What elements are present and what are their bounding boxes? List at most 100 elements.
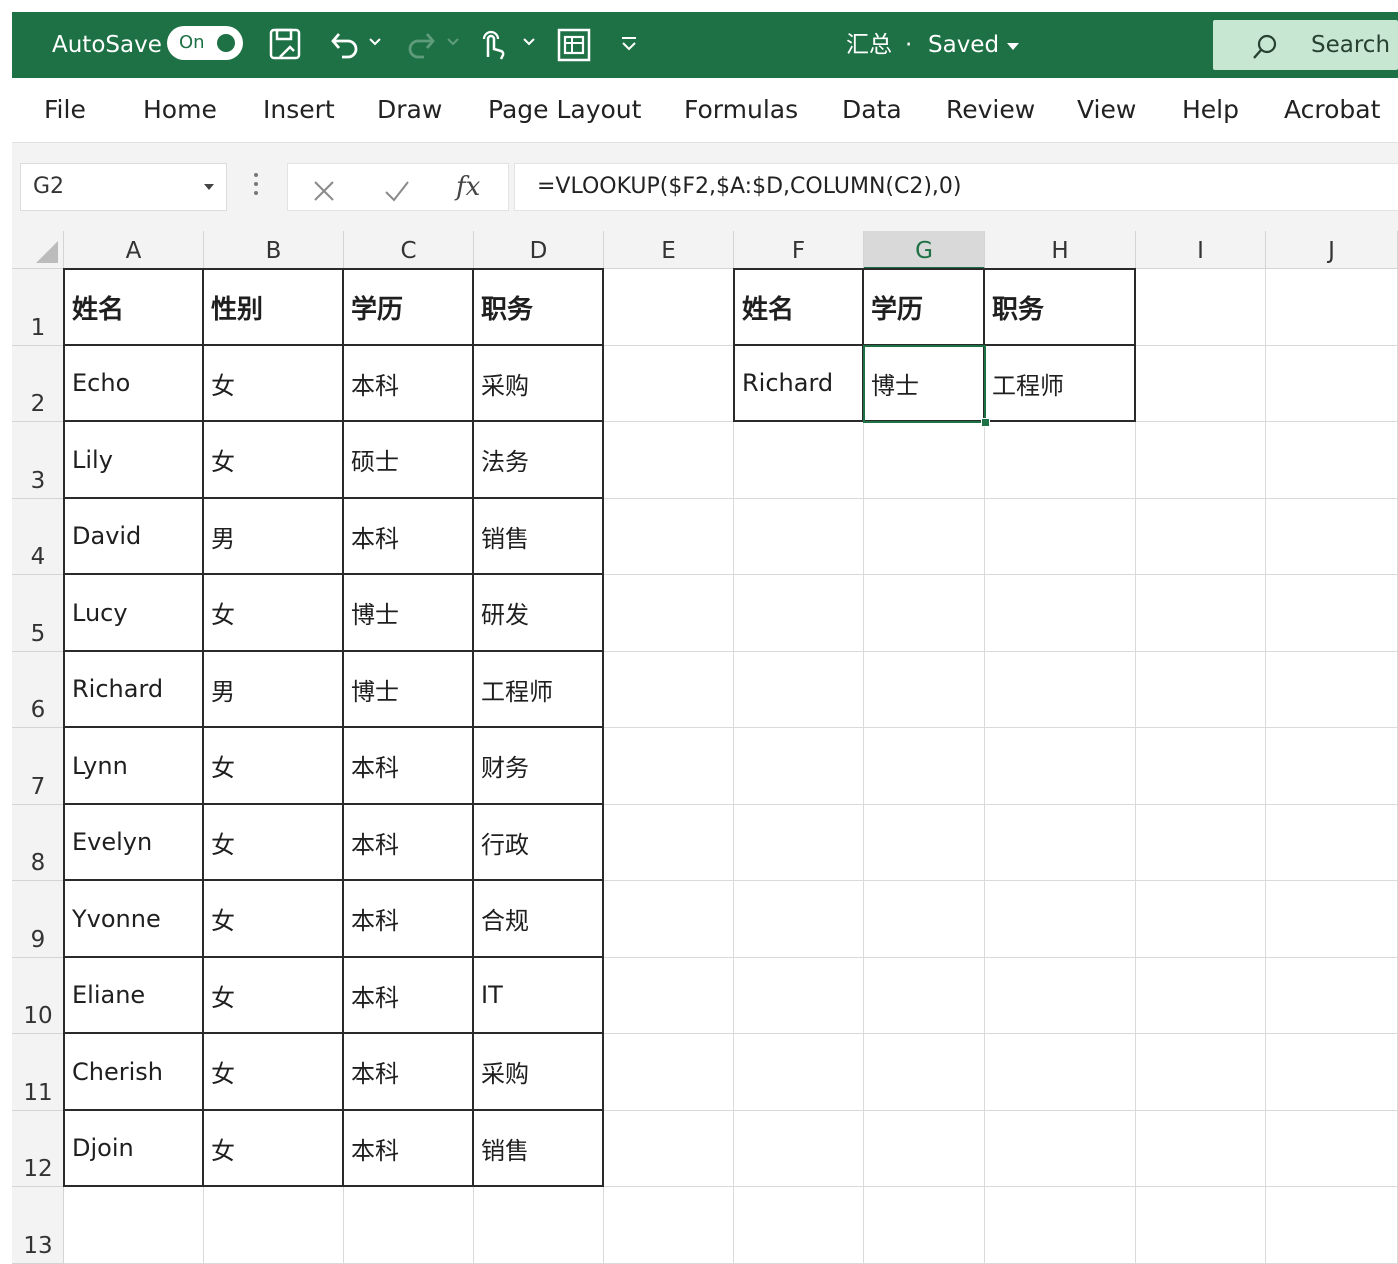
source-table-cell[interactable]: Eliane (63, 958, 204, 1034)
source-table-cell[interactable]: 女 (204, 805, 344, 881)
name-box[interactable]: G2 (20, 163, 227, 211)
source-table-cell[interactable]: 行政 (474, 805, 604, 881)
source-table-cell[interactable]: 男 (204, 499, 344, 575)
source-table-cell[interactable]: 本科 (344, 805, 474, 881)
worksheet-grid[interactable]: A B C D E F G H I J 1 2 3 4 5 6 7 8 9 10 11 12 13 姓名 性别 学历 职务 Echo 女… (12, 231, 1398, 1264)
source-table-cell[interactable]: David (63, 499, 204, 575)
source-table-cell[interactable]: Djoin (63, 1111, 204, 1187)
tab-acrobat[interactable]: Acrobat (1284, 78, 1380, 142)
source-table-cell[interactable]: 法务 (474, 422, 604, 499)
more-options-icon[interactable] (252, 171, 260, 201)
row-header-7[interactable]: 7 (12, 728, 64, 805)
source-table-cell[interactable]: Cherish (63, 1034, 204, 1111)
source-table-cell[interactable]: 女 (204, 958, 344, 1034)
lookup-table-cell[interactable]: 博士 (864, 346, 985, 422)
lookup-table-cell[interactable]: 工程师 (985, 346, 1136, 422)
source-table-header-cell[interactable]: 学历 (344, 268, 474, 346)
source-table-cell[interactable]: 采购 (474, 1034, 604, 1111)
row-header-5[interactable]: 5 (12, 575, 64, 652)
source-table-cell[interactable]: 女 (204, 422, 344, 499)
source-table-cell[interactable]: Echo (63, 346, 204, 422)
column-header-a[interactable]: A (64, 231, 204, 269)
source-table-cell[interactable]: 本科 (344, 1034, 474, 1111)
tab-review[interactable]: Review (946, 78, 1035, 142)
row-header-3[interactable]: 3 (12, 422, 64, 499)
source-table-cell[interactable]: 本科 (344, 346, 474, 422)
cancel-icon[interactable] (312, 175, 336, 221)
source-table-cell[interactable]: 工程师 (474, 652, 604, 728)
source-table-header-cell[interactable]: 性别 (204, 268, 344, 346)
select-all-button[interactable] (12, 231, 64, 269)
lookup-table-header-cell[interactable]: 姓名 (733, 268, 864, 346)
source-table-cell[interactable]: 采购 (474, 346, 604, 422)
chevron-down-icon[interactable] (204, 184, 214, 190)
source-table-cell[interactable]: Lily (63, 422, 204, 499)
source-table-cell[interactable]: 女 (204, 1034, 344, 1111)
source-table-cell[interactable]: 本科 (344, 881, 474, 958)
column-header-e[interactable]: E (604, 231, 734, 269)
enter-icon[interactable] (384, 175, 410, 221)
source-table-cell[interactable]: 女 (204, 346, 344, 422)
tab-insert[interactable]: Insert (263, 78, 335, 142)
touch-dropdown-icon[interactable] (522, 34, 536, 53)
row-header-2[interactable]: 2 (12, 346, 64, 422)
row-header-12[interactable]: 12 (12, 1111, 64, 1187)
document-title[interactable]: 汇总 (846, 12, 892, 78)
tab-page-layout[interactable]: Page Layout (488, 78, 641, 142)
undo-icon[interactable] (326, 27, 362, 67)
column-header-i[interactable]: I (1136, 231, 1266, 269)
source-table-cell[interactable]: 本科 (344, 499, 474, 575)
column-header-h[interactable]: H (985, 231, 1136, 269)
column-header-j[interactable]: J (1266, 231, 1398, 269)
source-table-cell[interactable]: 女 (204, 881, 344, 958)
tab-data[interactable]: Data (842, 78, 902, 142)
source-table-cell[interactable]: 本科 (344, 1111, 474, 1187)
row-header-6[interactable]: 6 (12, 652, 64, 728)
source-table-cell[interactable]: Evelyn (63, 805, 204, 881)
title-dropdown-icon[interactable] (1006, 37, 1020, 56)
tab-draw[interactable]: Draw (377, 78, 442, 142)
source-table-cell[interactable]: 研发 (474, 575, 604, 652)
lookup-table-header-cell[interactable]: 学历 (864, 268, 985, 346)
source-table-cell[interactable]: 财务 (474, 728, 604, 805)
source-table-cell[interactable]: 销售 (474, 499, 604, 575)
source-table-cell[interactable]: Lynn (63, 728, 204, 805)
save-icon[interactable] (268, 27, 304, 67)
source-table-cell[interactable]: 女 (204, 1111, 344, 1187)
source-table-cell[interactable]: 博士 (344, 652, 474, 728)
autosave-toggle[interactable]: On (167, 26, 243, 60)
source-table-cell[interactable]: Yvonne (63, 881, 204, 958)
row-header-13[interactable]: 13 (12, 1187, 64, 1264)
tab-formulas[interactable]: Formulas (684, 78, 798, 142)
row-header-11[interactable]: 11 (12, 1034, 64, 1111)
fill-handle[interactable] (981, 418, 990, 427)
source-table-header-cell[interactable]: 姓名 (63, 268, 204, 346)
source-table-cell[interactable]: 合规 (474, 881, 604, 958)
source-table-cell[interactable]: 硕士 (344, 422, 474, 499)
search-box[interactable]: Search (1213, 20, 1398, 70)
source-table-cell[interactable]: Richard (63, 652, 204, 728)
column-header-f[interactable]: F (734, 231, 864, 269)
row-header-1[interactable]: 1 (12, 269, 64, 346)
row-header-4[interactable]: 4 (12, 499, 64, 575)
insert-function-icon[interactable]: fx (456, 164, 480, 210)
source-table-cell[interactable]: 销售 (474, 1111, 604, 1187)
form-icon[interactable] (556, 27, 592, 67)
source-table-cell[interactable]: Lucy (63, 575, 204, 652)
column-header-d[interactable]: D (474, 231, 604, 269)
source-table-cell[interactable]: 女 (204, 575, 344, 652)
source-table-cell[interactable]: 本科 (344, 958, 474, 1034)
row-header-10[interactable]: 10 (12, 958, 64, 1034)
touch-mode-icon[interactable] (476, 27, 508, 67)
tab-help[interactable]: Help (1182, 78, 1239, 142)
row-header-8[interactable]: 8 (12, 805, 64, 881)
formula-input[interactable]: =VLOOKUP($F2,$A:$D,COLUMN(C2),0) (514, 163, 1398, 211)
tab-home[interactable]: Home (143, 78, 217, 142)
save-status[interactable]: Saved (928, 12, 999, 78)
customize-toolbar-icon[interactable] (620, 36, 638, 56)
row-header-9[interactable]: 9 (12, 881, 64, 958)
source-table-header-cell[interactable]: 职务 (474, 268, 604, 346)
column-header-g[interactable]: G (864, 231, 985, 269)
column-header-c[interactable]: C (344, 231, 474, 269)
lookup-table-cell[interactable]: Richard (733, 346, 864, 422)
